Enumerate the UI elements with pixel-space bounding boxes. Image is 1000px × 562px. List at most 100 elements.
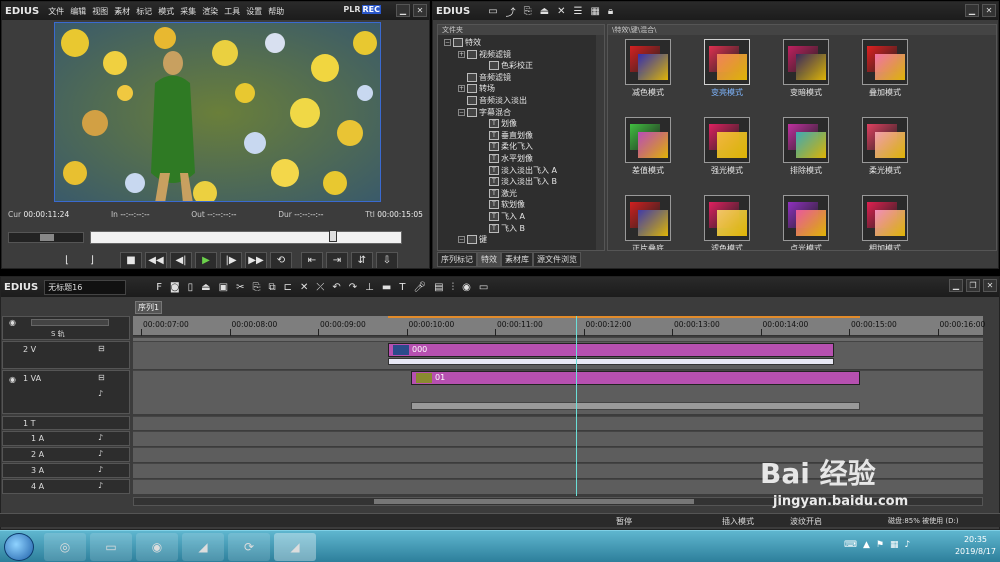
delete-clip-icon[interactable]: ✕ xyxy=(300,282,308,293)
menu-edit[interactable]: 编辑 xyxy=(67,6,89,17)
tab-sequence-markers[interactable]: 序列标记 xyxy=(437,252,477,267)
lane-t1[interactable] xyxy=(133,416,983,430)
tree-scrollbar[interactable] xyxy=(596,35,604,250)
audio-mixer-icon[interactable]: ⫶ xyxy=(452,282,455,293)
apply-icon[interactable]: ⏏ xyxy=(538,6,551,17)
taskbar-browser-icon[interactable]: ⟳ xyxy=(228,533,270,561)
shuttle-slider[interactable] xyxy=(8,232,84,243)
menu-tools[interactable]: 工具 xyxy=(221,6,243,17)
snapshot-icon[interactable]: ◙ xyxy=(170,282,180,293)
paste-icon[interactable]: ⧉ xyxy=(268,282,275,293)
sequence-tab[interactable]: 序列1 xyxy=(135,301,163,314)
position-bar[interactable] xyxy=(90,230,402,244)
marker-icon[interactable]: ▬ xyxy=(382,282,391,293)
step-back-icon[interactable]: ◀| xyxy=(170,252,192,268)
copy-icon[interactable]: ⎘ xyxy=(522,6,534,17)
tree-item[interactable]: T 柔化飞入 xyxy=(480,141,533,152)
volume-icon[interactable]: ♪ xyxy=(905,540,911,550)
tree-item[interactable]: + 视频滤镜 xyxy=(458,49,511,60)
effect-item[interactable]: 滤色模式 xyxy=(692,195,762,250)
effect-item[interactable]: 变亮模式 xyxy=(692,39,762,98)
effects-close-icon[interactable]: ✕ xyxy=(982,4,996,17)
menu-clip[interactable]: 素材 xyxy=(111,6,133,17)
position-handle[interactable] xyxy=(329,230,337,242)
menu-marker[interactable]: 标记 xyxy=(133,6,155,17)
rewind-icon[interactable]: ◀◀ xyxy=(145,252,167,268)
taskbar-edius2-icon[interactable]: ◢ xyxy=(274,533,316,561)
tree-item[interactable]: T 激光 xyxy=(480,188,517,199)
track-a4-speaker-icon[interactable]: ♪ xyxy=(98,481,103,490)
tab-source-browser[interactable]: 源文件浏览 xyxy=(533,252,581,267)
insert-icon[interactable]: ⇤ xyxy=(301,252,323,268)
tree-item[interactable]: T 淡入淡出飞入 B xyxy=(480,176,557,187)
lock-icon[interactable]: 🔒︎ xyxy=(606,6,615,17)
play-icon[interactable]: ▶ xyxy=(195,252,217,268)
menu-help[interactable]: 帮助 xyxy=(265,6,287,17)
track-a3-speaker-icon[interactable]: ♪ xyxy=(98,465,103,474)
tree-item[interactable]: T 淡入淡出飞入 A xyxy=(480,165,557,176)
expand-toggle-icon[interactable]: − xyxy=(458,108,465,116)
stop-icon[interactable]: ■ xyxy=(120,252,142,268)
taskbar-edius-icon[interactable]: ◢ xyxy=(182,533,224,561)
menu-mode[interactable]: 模式 xyxy=(155,6,177,17)
properties-icon[interactable]: ☰ xyxy=(571,6,584,17)
plr-rec-toggle[interactable]: PLR REC xyxy=(342,5,381,14)
arrow-icon[interactable]: ▲ xyxy=(863,540,870,550)
effect-item[interactable]: 正片叠底 xyxy=(613,195,683,250)
tree-item[interactable]: 音频淡入淡出 xyxy=(458,95,527,106)
taskbar-explorer-icon[interactable]: ▭ xyxy=(90,533,132,561)
export-icon[interactable]: ⇵ xyxy=(351,252,373,268)
tree-item[interactable]: T 水平划像 xyxy=(480,153,533,164)
mic-icon[interactable]: 🎤︎ xyxy=(413,282,426,293)
clock[interactable]: 20:35 2019/8/17 xyxy=(955,534,996,558)
plr-label[interactable]: PLR xyxy=(342,5,361,14)
tree-item[interactable]: 色彩校正 xyxy=(480,60,533,71)
effects-minimize-icon[interactable]: ▁ xyxy=(965,4,979,17)
menu-render[interactable]: 渲染 xyxy=(199,6,221,17)
effect-item[interactable]: 减色模式 xyxy=(613,39,683,98)
expand-toggle-icon[interactable]: − xyxy=(444,39,451,46)
title-icon[interactable]: T xyxy=(399,282,405,293)
set-in-icon[interactable]: ⌊ xyxy=(56,252,78,268)
taskbar-firefox-icon[interactable]: ◉ xyxy=(136,533,178,561)
tree-item[interactable]: − 特效 xyxy=(444,37,481,48)
tree-item[interactable]: T 软划像 xyxy=(480,199,525,210)
tree-item[interactable]: 音频滤镜 xyxy=(458,72,511,83)
tree-item[interactable]: T 飞入 B xyxy=(480,223,525,234)
undo-icon[interactable]: ↶ xyxy=(332,282,340,293)
loop-icon[interactable]: ⟲ xyxy=(270,252,292,268)
effect-item[interactable]: 点光模式 xyxy=(771,195,841,250)
effect-item[interactable]: 排除模式 xyxy=(771,117,841,176)
track-a2-speaker-icon[interactable]: ♪ xyxy=(98,449,103,458)
tree-item[interactable]: + 转场 xyxy=(458,83,495,94)
tree-item[interactable]: T 垂直划像 xyxy=(480,130,533,141)
effect-item[interactable]: 变暗模式 xyxy=(771,39,841,98)
copy-clip-icon[interactable]: ⎘ xyxy=(252,282,260,293)
group-icon[interactable]: ⊏ xyxy=(284,282,292,293)
lane-a1[interactable] xyxy=(133,431,983,446)
tree-item[interactable]: T 飞入 A xyxy=(480,211,525,222)
render-icon[interactable]: ▤ xyxy=(434,282,443,293)
view-mode-icon[interactable]: ▦ xyxy=(588,6,601,17)
timeline-restore-icon[interactable]: ❐ xyxy=(966,279,980,292)
save-icon[interactable]: ▣ xyxy=(219,282,228,293)
expand-toggle-icon[interactable]: − xyxy=(458,236,465,244)
menu-capture[interactable]: 采集 xyxy=(177,6,199,17)
time-ruler[interactable]: 00:00:07:00 00:00:08:00 00:00:09:00 00:00:1… xyxy=(133,316,985,336)
effect-item[interactable]: 柔光模式 xyxy=(850,117,920,176)
keyboard-icon[interactable]: ⌨ xyxy=(844,540,857,550)
effect-item[interactable]: 相加模式 xyxy=(850,195,920,250)
track-va1-speaker-icon[interactable]: ♪ xyxy=(98,389,103,398)
taskbar-media-player-icon[interactable]: ◎ xyxy=(44,533,86,561)
tab-effects[interactable]: 特效 xyxy=(477,252,501,267)
start-button-icon[interactable] xyxy=(4,533,34,561)
timeline-close-icon[interactable]: ✕ xyxy=(983,279,997,292)
expand-toggle-icon[interactable]: + xyxy=(458,50,465,58)
clip-v2[interactable]: 000 xyxy=(388,343,834,357)
effect-item[interactable]: 差值模式 xyxy=(613,117,683,176)
rec-label[interactable]: REC xyxy=(361,5,381,14)
open-icon[interactable]: ⏏ xyxy=(201,282,210,293)
menu-file[interactable]: 文件 xyxy=(45,6,67,17)
flag-icon[interactable]: ⚑ xyxy=(876,540,884,550)
tree-item[interactable]: − 键 xyxy=(458,234,487,245)
